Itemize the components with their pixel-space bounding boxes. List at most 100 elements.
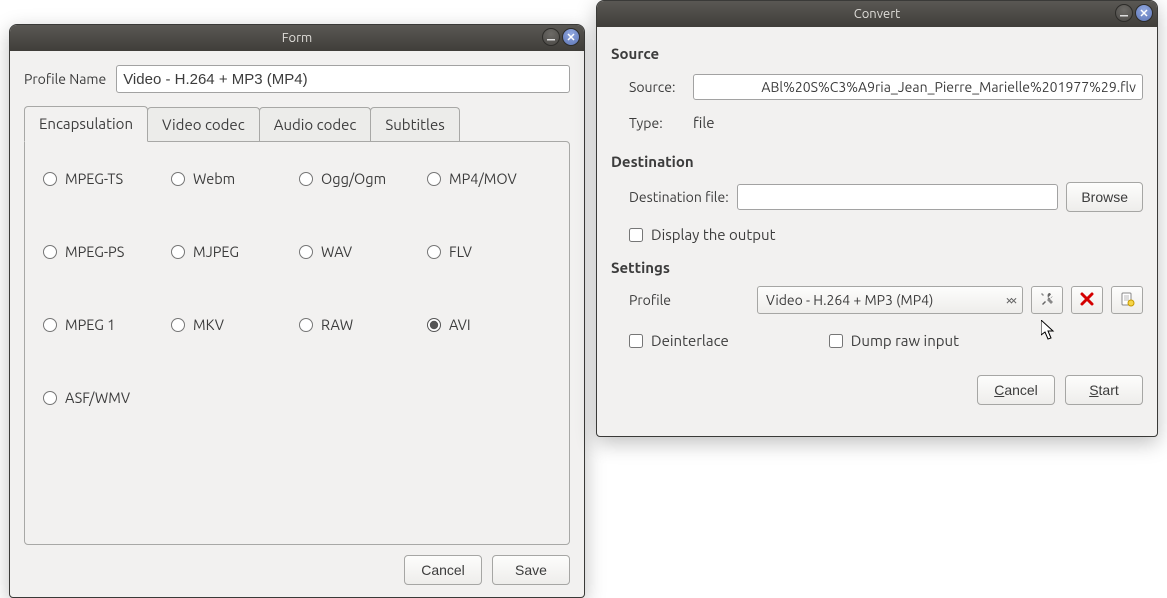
encapsulation-radio[interactable] xyxy=(171,245,185,259)
type-value: file xyxy=(693,114,715,131)
display-output-check[interactable]: Display the output xyxy=(629,226,1143,243)
destination-heading: Destination xyxy=(611,153,1143,170)
cancel-button[interactable]: Cancel xyxy=(404,555,482,585)
profile-dropdown-value: Video - H.264 + MP3 (MP4) xyxy=(766,292,933,308)
encapsulation-radio[interactable] xyxy=(171,172,185,186)
encapsulation-radio[interactable] xyxy=(43,245,57,259)
new-profile-button[interactable] xyxy=(1111,286,1143,314)
browse-button[interactable]: Browse xyxy=(1066,182,1143,212)
encapsulation-radio[interactable] xyxy=(43,391,57,405)
minimize-icon[interactable] xyxy=(542,28,560,46)
encapsulation-option-label: MKV xyxy=(193,316,224,333)
source-input[interactable]: ABl%20S%C3%A9ria_Jean_Pierre_Marielle%20… xyxy=(693,74,1143,100)
source-heading: Source xyxy=(611,45,1143,62)
delete-icon xyxy=(1079,291,1095,310)
encapsulation-option-label: FLV xyxy=(449,243,472,260)
tools-icon xyxy=(1039,291,1055,310)
new-icon xyxy=(1119,291,1135,310)
convert-titlebar[interactable]: Convert xyxy=(597,1,1157,27)
form-titlebar[interactable]: Form xyxy=(10,25,584,51)
save-button[interactable]: Save xyxy=(492,555,570,585)
minimize-icon[interactable] xyxy=(1115,4,1133,22)
form-window-buttons xyxy=(542,28,580,46)
destination-input[interactable] xyxy=(737,184,1059,210)
encapsulation-option[interactable]: AVI xyxy=(427,316,551,333)
encapsulation-option-label: MPEG 1 xyxy=(65,316,115,333)
settings-checks: Deinterlace Dump raw input xyxy=(629,332,1143,349)
encapsulation-option-label: Webm xyxy=(193,170,235,187)
source-row: Source: ABl%20S%C3%A9ria_Jean_Pierre_Mar… xyxy=(629,74,1143,100)
encapsulation-radio[interactable] xyxy=(427,245,441,259)
delete-profile-button[interactable] xyxy=(1071,286,1103,314)
encapsulation-option-label: RAW xyxy=(321,316,353,333)
encapsulation-option-label: AVI xyxy=(449,316,471,333)
profile-dropdown[interactable]: Video - H.264 + MP3 (MP4) xyxy=(757,286,1023,314)
type-row: Type: file xyxy=(629,114,1143,131)
encapsulation-option[interactable]: WAV xyxy=(299,243,423,260)
dump-raw-check[interactable]: Dump raw input xyxy=(829,332,959,349)
tab-subtitles[interactable]: Subtitles xyxy=(370,107,459,142)
encapsulation-radio[interactable] xyxy=(299,245,313,259)
destination-row: Destination file: Browse xyxy=(629,182,1143,212)
source-label: Source: xyxy=(629,79,685,95)
form-title: Form xyxy=(10,31,584,45)
convert-cancel-button[interactable]: Cancel xyxy=(977,375,1055,405)
edit-profile-button[interactable] xyxy=(1031,286,1063,314)
encapsulation-option[interactable]: MKV xyxy=(171,316,295,333)
encapsulation-radio[interactable] xyxy=(427,318,441,332)
encapsulation-option[interactable]: MPEG 1 xyxy=(43,316,167,333)
encapsulation-option[interactable]: Webm xyxy=(171,170,295,187)
encapsulation-radio[interactable] xyxy=(43,172,57,186)
encapsulation-option-label: MPEG-PS xyxy=(65,243,124,260)
profile-row: Profile Video - H.264 + MP3 (MP4) xyxy=(629,286,1143,314)
convert-button-row: Cancel Start xyxy=(611,375,1143,405)
encapsulation-option[interactable]: FLV xyxy=(427,243,551,260)
encapsulation-option[interactable]: MJPEG xyxy=(171,243,295,260)
tab-audio-codec[interactable]: Audio codec xyxy=(259,107,372,142)
encapsulation-option[interactable]: MPEG-TS xyxy=(43,170,167,187)
encapsulation-option[interactable]: ASF/WMV xyxy=(43,389,167,406)
encapsulation-option-label: MPEG-TS xyxy=(65,170,123,187)
encapsulation-option[interactable]: MPEG-PS xyxy=(43,243,167,260)
dump-raw-label: Dump raw input xyxy=(851,332,959,349)
encapsulation-radio[interactable] xyxy=(299,172,313,186)
encapsulation-radio[interactable] xyxy=(171,318,185,332)
encapsulation-radio[interactable] xyxy=(427,172,441,186)
encapsulation-option-label: ASF/WMV xyxy=(65,389,130,406)
dump-raw-checkbox[interactable] xyxy=(829,334,843,348)
type-label: Type: xyxy=(629,115,685,131)
close-icon[interactable] xyxy=(1135,4,1153,22)
convert-window-buttons xyxy=(1115,4,1153,22)
close-icon[interactable] xyxy=(562,28,580,46)
encapsulation-radio[interactable] xyxy=(299,318,313,332)
encapsulation-option[interactable]: MP4/MOV xyxy=(427,170,551,187)
convert-start-button[interactable]: Start xyxy=(1065,375,1143,405)
encapsulation-option-label: MP4/MOV xyxy=(449,170,517,187)
encapsulation-option-label: MJPEG xyxy=(193,243,239,260)
profile-name-input[interactable] xyxy=(116,65,570,93)
convert-title: Convert xyxy=(597,7,1157,21)
encapsulation-option-label: Ogg/Ogm xyxy=(321,170,386,187)
destination-label: Destination file: xyxy=(629,189,729,205)
profile-name-row: Profile Name xyxy=(24,65,570,93)
form-button-row: Cancel Save xyxy=(24,555,570,585)
encapsulation-radio-grid: MPEG-TS Webm Ogg/Ogm MP4/MOV MPEG-PS MJPEG WAV… xyxy=(43,170,551,406)
display-output-label: Display the output xyxy=(651,226,776,243)
convert-window: Convert Source Source: ABl%20S%C3%A9ria_… xyxy=(596,0,1158,437)
encapsulation-option[interactable]: Ogg/Ogm xyxy=(299,170,423,187)
display-output-checkbox[interactable] xyxy=(629,228,643,242)
tab-encapsulation[interactable]: Encapsulation xyxy=(24,106,148,142)
deinterlace-check[interactable]: Deinterlace xyxy=(629,332,729,349)
profile-name-label: Profile Name xyxy=(24,71,106,87)
deinterlace-label: Deinterlace xyxy=(651,332,729,349)
convert-body: Source Source: ABl%20S%C3%A9ria_Jean_Pie… xyxy=(597,27,1157,436)
settings-heading: Settings xyxy=(611,259,1143,276)
tab-video-codec[interactable]: Video codec xyxy=(147,107,260,142)
source-value-text: ABl%20S%C3%A9ria_Jean_Pierre_Marielle%20… xyxy=(761,79,1136,95)
deinterlace-checkbox[interactable] xyxy=(629,334,643,348)
encapsulation-option[interactable]: RAW xyxy=(299,316,423,333)
form-window: Form Profile Name Encapsulation Video co… xyxy=(9,24,585,598)
encapsulation-panel: MPEG-TS Webm Ogg/Ogm MP4/MOV MPEG-PS MJPEG WAV… xyxy=(24,141,570,545)
encapsulation-radio[interactable] xyxy=(43,318,57,332)
encapsulation-option-label: WAV xyxy=(321,243,352,260)
